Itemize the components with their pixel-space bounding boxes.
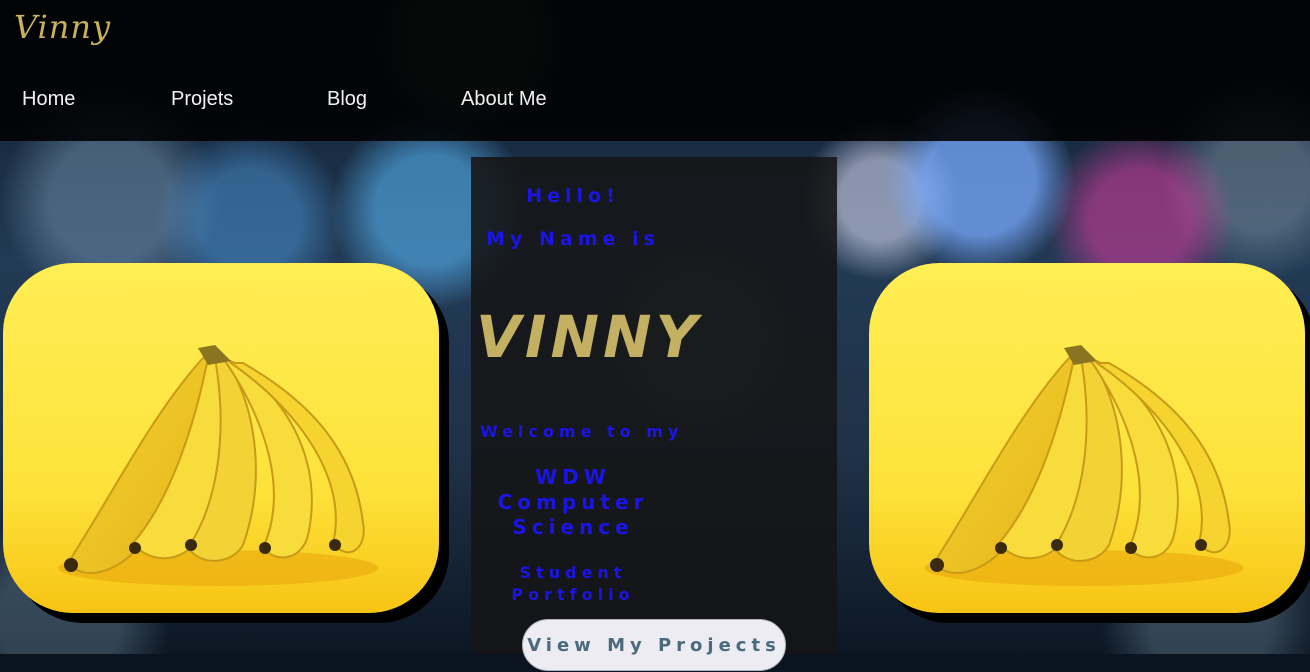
course-line-1: WDW [535,465,611,489]
site-header: Vinny Home Projets Blog About Me [0,0,1310,141]
course-title: WDW Computer Science [471,465,675,540]
welcome-text: Welcome to my [480,422,684,441]
greeting-text: Hello! [526,185,620,207]
nav-projets[interactable]: Projets [171,88,233,111]
main-nav: Home Projets Blog About Me [0,88,700,118]
portfolio-line-2: Portfolio [511,585,635,604]
portfolio-label: Student Portfolio [471,562,675,606]
course-line-3: Science [512,515,634,539]
hero-name: VINNY [476,303,702,371]
portfolio-line-1: Student [519,563,627,582]
name-intro-text: My Name is [486,228,660,250]
nav-blog[interactable]: Blog [327,88,367,111]
site-logo[interactable]: Vinny [14,8,111,46]
course-line-2: Computer [497,490,649,514]
intro-card: Hello! My Name is VINNY Welcome to my WD… [471,157,837,671]
view-projects-button[interactable]: View My Projects [522,619,786,671]
bananas-image-right [869,263,1305,613]
bananas-image-left [3,263,439,613]
nav-about-me[interactable]: About Me [461,88,547,111]
nav-home[interactable]: Home [22,88,75,111]
